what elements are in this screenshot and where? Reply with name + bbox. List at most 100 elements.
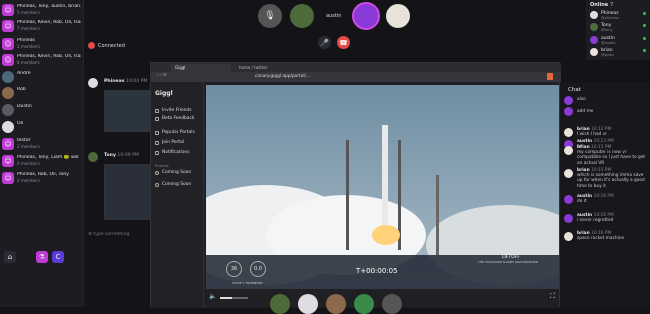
room-icon: ☺ xyxy=(2,4,14,16)
event-sublabel: THE HOLDDOWN CLAMPS HAVE RELEASED xyxy=(478,260,538,264)
user-handle: @austin xyxy=(601,40,616,45)
avatar xyxy=(564,128,573,137)
chat-panel: Chat also add me brian 10:12 PM I wish I … xyxy=(560,82,650,307)
chat-message: austin 10:16 PM do it xyxy=(564,193,648,211)
online-count: 7 xyxy=(609,2,614,8)
avatar xyxy=(2,104,14,116)
avatar xyxy=(88,78,98,88)
url-bar[interactable]: ‹ › ⟳ canary.giggl.app/portal/... xyxy=(151,72,561,82)
tab-label: home / twitter xyxy=(239,65,268,70)
tab-giggl[interactable]: Giggl xyxy=(171,64,231,72)
avatar xyxy=(155,170,159,175)
message-text: add me xyxy=(577,109,594,114)
nav-label: Invite Friends xyxy=(162,108,192,113)
nav-label: Beta Feedback xyxy=(162,116,195,121)
hang-up-icon[interactable]: ☎ xyxy=(337,36,350,49)
chat-message: brian 10:16 PM space rocket machine xyxy=(564,230,648,248)
message-input[interactable]: ⊕ type something xyxy=(88,232,129,237)
url-text: canary.giggl.app/portal/... xyxy=(255,74,311,79)
nav-arrows-icon[interactable]: ‹ › ⟳ xyxy=(157,73,167,78)
room-subtitle: 5 members xyxy=(17,10,40,15)
avatar[interactable] xyxy=(354,294,374,314)
tab-bar: Giggl home / twitter xyxy=(151,63,561,72)
screenshot-thumbnail[interactable] xyxy=(104,164,154,220)
message-text: my computer is now vr compatible so I ju… xyxy=(577,150,646,166)
user-handle: @brian xyxy=(601,52,614,57)
friend-item[interactable]: Coming Soon xyxy=(155,182,191,187)
giggl-sidebar: Giggl Invite Friends Beta Feedback Popul… xyxy=(151,82,204,308)
nav-join-portal[interactable]: Join Portal xyxy=(155,140,184,145)
nav-label: Notifications xyxy=(162,150,190,155)
tab-twitter[interactable]: home / twitter xyxy=(235,64,295,72)
giggl-logo: Giggl xyxy=(155,90,173,97)
nav-notifications[interactable]: Notifications xyxy=(155,150,189,155)
home-icon[interactable]: ⌂ xyxy=(4,251,16,263)
muted-participant-avatar[interactable]: 🎙 xyxy=(258,4,282,28)
mic-icon[interactable] xyxy=(382,294,402,314)
message-time: 10:09 PM xyxy=(117,153,139,158)
message-author: Tony xyxy=(104,153,116,158)
online-user[interactable]: Tony @tony xyxy=(590,22,648,32)
room-subtitle: 4 members xyxy=(17,161,40,166)
status-dot-icon xyxy=(88,42,95,49)
nav-invite-friends[interactable]: Invite Friends xyxy=(155,108,192,113)
nav-beta-feedback[interactable]: Beta Feedback xyxy=(155,116,194,121)
speaking-participant-avatar[interactable] xyxy=(352,2,380,30)
flask-icon[interactable]: ⚗ xyxy=(36,251,48,263)
user-name: brian xyxy=(601,47,613,53)
nav-popular-portals[interactable]: Popular Portals xyxy=(155,130,195,135)
dog-avatar[interactable] xyxy=(386,4,410,28)
online-panel: Online 7 Phineas @phineas Tony @tony austi… xyxy=(586,0,650,60)
brave-shield-icon[interactable] xyxy=(547,73,553,80)
room-icon: ☺ xyxy=(2,138,14,150)
room-subtitle: 7 members xyxy=(17,26,40,31)
avatar[interactable] xyxy=(326,294,346,314)
room-item[interactable]: ☺Phineas, Kevin, Rob, Oli, Isaiah...7 me… xyxy=(2,19,82,39)
volume-icon[interactable]: 🔈 xyxy=(209,293,216,300)
participant-name: austin xyxy=(326,13,342,19)
room-subtitle: 8 members xyxy=(17,60,40,65)
avatar xyxy=(590,11,598,19)
message-text: do it xyxy=(577,199,587,204)
avatar[interactable] xyxy=(298,294,318,314)
online-dot-icon xyxy=(643,49,646,52)
room-chat-feed: Phineas 10:04 PM Tony 10:09 PM xyxy=(84,60,154,300)
microphone-icon[interactable]: 🎤 xyxy=(318,36,331,49)
avatar xyxy=(2,87,14,99)
chat-message: brian 10:15 PM my computer is now vr comp… xyxy=(564,144,648,166)
room-icon: ☺ xyxy=(2,38,14,50)
avatar xyxy=(590,23,598,31)
online-dot-icon xyxy=(643,37,646,40)
online-user[interactable]: Phineas @phineas xyxy=(590,10,648,20)
avatar xyxy=(564,232,573,241)
message-text: which is something imma save up for when… xyxy=(577,173,645,189)
volume-slider[interactable] xyxy=(220,297,248,299)
giggl-app-icon[interactable]: C xyxy=(52,251,64,263)
app-dock: ⌂ ⚗ C xyxy=(4,248,80,266)
video-player[interactable]: 36 0.0 STAGE 1 TELEMETRY T+00:00:05 LIFT… xyxy=(206,85,559,289)
avatar[interactable] xyxy=(270,294,290,314)
room-subtitle: 4 members xyxy=(17,178,40,183)
room-icon: ☺ xyxy=(2,20,14,32)
friend-label: Coming Soon xyxy=(162,182,192,187)
fullscreen-icon[interactable]: ⛶ xyxy=(550,292,555,301)
screenshot-thumbnail[interactable] xyxy=(104,90,154,132)
call-controls: 🎤 ☎ xyxy=(318,36,350,49)
participant-avatar[interactable] xyxy=(290,4,314,28)
user-name: Phineas xyxy=(601,10,619,16)
online-title: Online xyxy=(590,2,609,8)
room-title: Rob xyxy=(17,87,26,92)
friend-item[interactable]: Coming Soon xyxy=(155,170,191,175)
user-name: austin xyxy=(601,35,615,41)
room-icon: ☺ xyxy=(2,54,14,66)
room-item[interactable]: ☺ Phineas, Rob, Oli, Tony 4 members xyxy=(2,171,82,191)
online-user[interactable]: brian @brian xyxy=(590,47,648,57)
connection-label: Connected xyxy=(98,42,125,49)
online-user[interactable]: austin @austin xyxy=(590,35,648,45)
user-handle: @tony xyxy=(601,27,613,32)
user-handle: @phineas xyxy=(601,15,619,20)
avatar xyxy=(564,96,573,105)
avatar xyxy=(564,214,573,223)
add-icon[interactable]: ⊕ xyxy=(88,232,92,237)
bell-icon xyxy=(155,150,159,155)
